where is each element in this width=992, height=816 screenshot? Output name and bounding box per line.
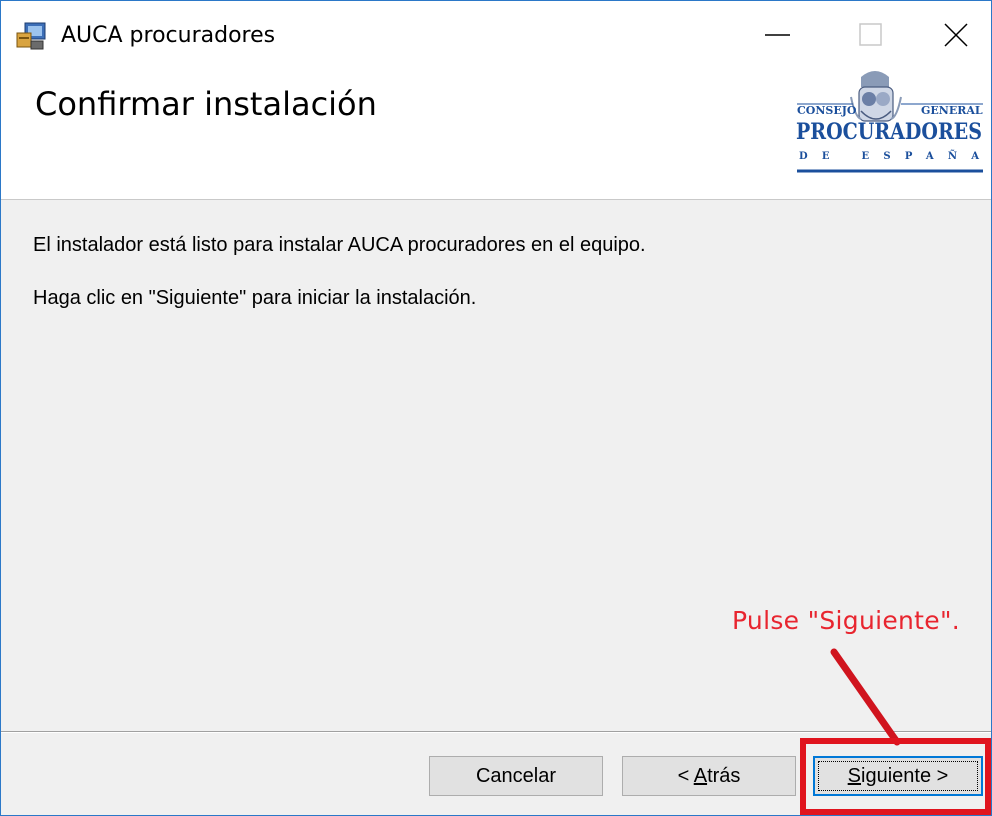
cancel-button[interactable]: Cancelar: [429, 756, 603, 796]
installer-window: AUCA procuradores Confirmar instalación: [0, 0, 992, 816]
installer-app-icon: [16, 22, 46, 50]
logo-line3: DE ESPAÑA: [799, 150, 979, 162]
ready-message: El instalador está listo para instalar A…: [33, 234, 646, 256]
wizard-header: Confirmar instalación CONSEJO GENERAL PR…: [1, 67, 991, 200]
tutorial-annotation: Pulse "Siguiente".: [732, 606, 961, 635]
back-button-prefix: <: [677, 765, 694, 787]
logo-line2: PROCURADORES: [796, 119, 982, 145]
next-button[interactable]: Siguiente >: [813, 756, 983, 796]
close-icon: [944, 23, 968, 47]
logo-line1-left: CONSEJO: [797, 104, 857, 117]
back-button-label: trás: [707, 765, 741, 787]
wizard-content: El instalador está listo para instalar A…: [1, 200, 991, 730]
back-button-accelerator: A: [693, 765, 708, 787]
instruction-message: Haga clic en "Siguiente" para iniciar la…: [33, 287, 477, 309]
footer-divider: [1, 731, 991, 732]
minimize-icon: [765, 34, 790, 36]
window-title: AUCA procuradores: [61, 23, 276, 48]
close-button[interactable]: [907, 1, 991, 67]
logo-line1-right: GENERAL: [921, 104, 983, 117]
coat-of-arms-icon: [850, 71, 902, 122]
focus-rectangle: [818, 761, 978, 791]
back-button[interactable]: < Atrás: [622, 756, 796, 796]
procuradores-logo: CONSEJO GENERAL PROCURADORES DE ESPAÑA: [796, 71, 983, 173]
page-title: Confirmar instalación: [35, 85, 377, 123]
minimize-button[interactable]: [732, 1, 826, 67]
cancel-button-label: Cancelar: [475, 765, 557, 787]
title-bar[interactable]: AUCA procuradores: [1, 1, 991, 67]
